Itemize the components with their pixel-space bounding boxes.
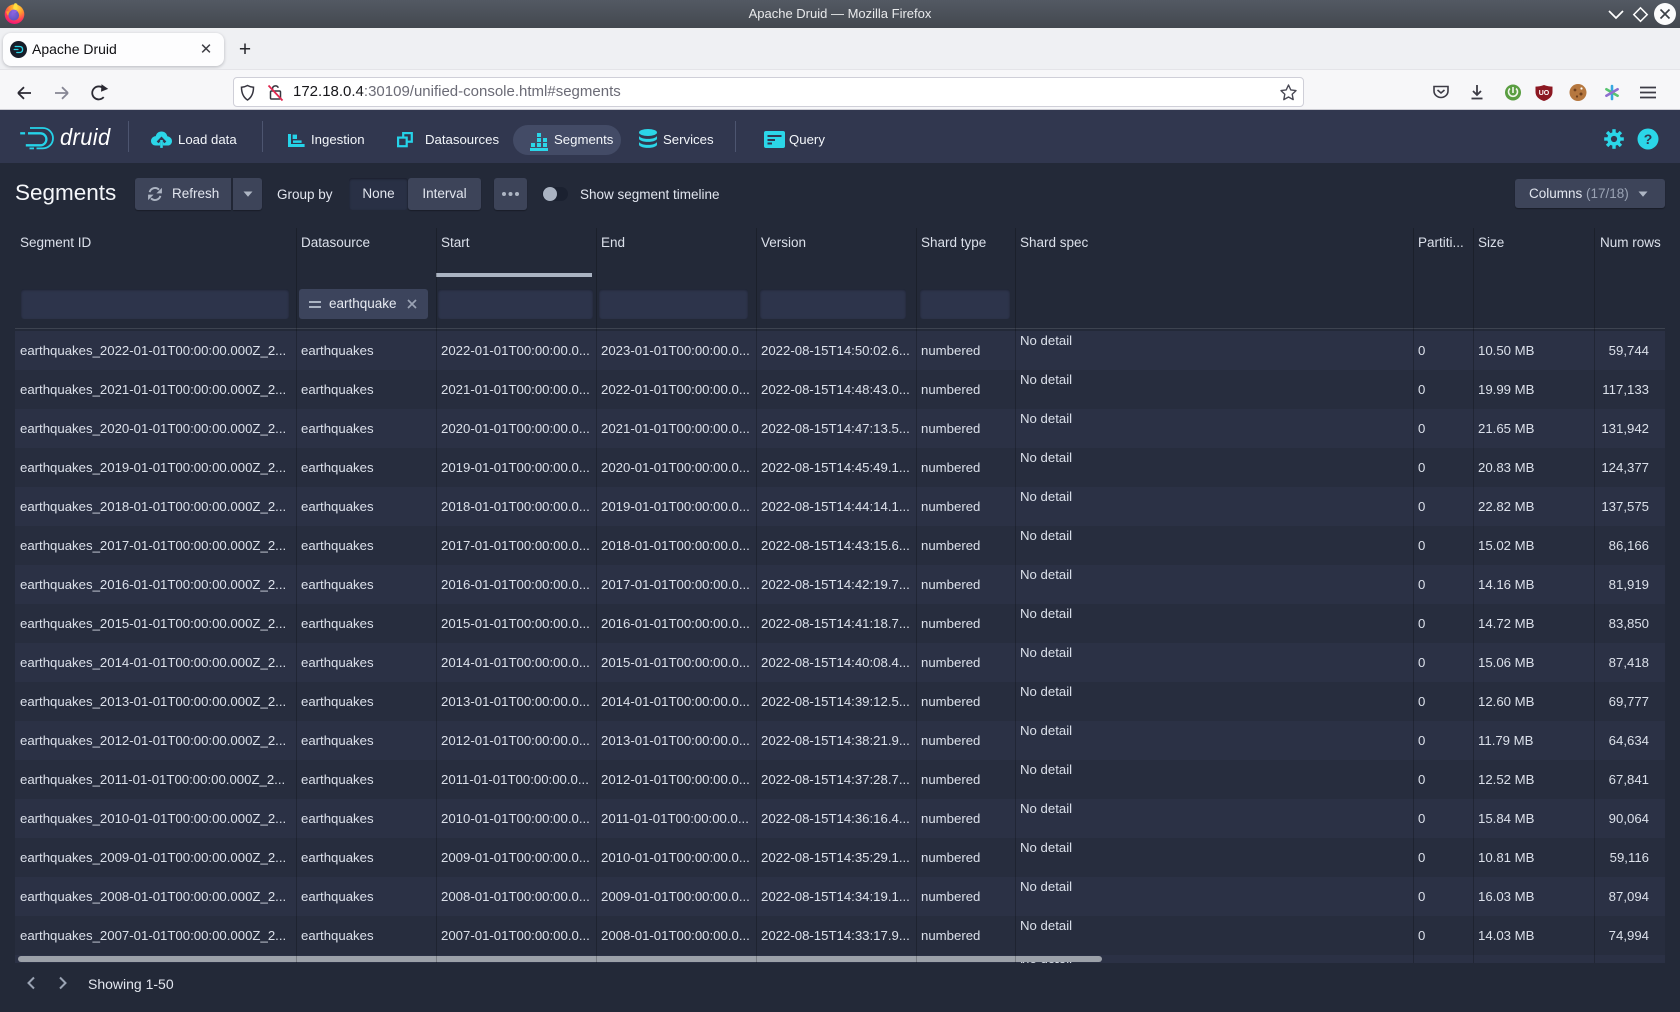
svg-text:?: ? xyxy=(1644,131,1653,147)
svg-text:UO: UO xyxy=(1539,90,1550,97)
